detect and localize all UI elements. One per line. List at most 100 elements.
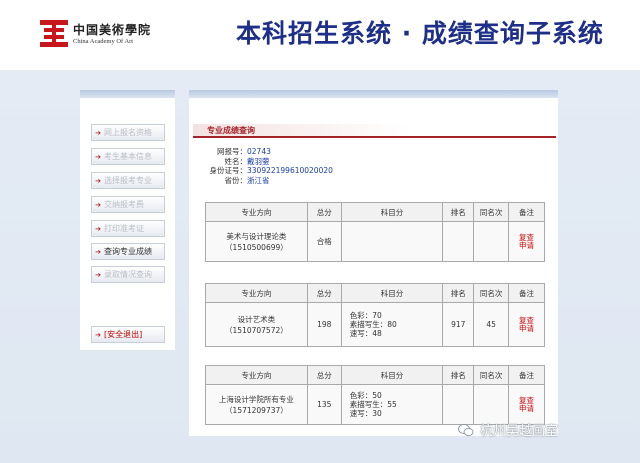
- subject-score: 色彩：70: [349, 311, 382, 320]
- major-code: （1510707572）: [225, 325, 288, 335]
- score-table: 专业方向 总分 科目分 排名 同名次 备注 设计艺术类 （1510707572） …: [205, 283, 545, 347]
- subject-scores-cell: 色彩：70 素描写生：80 速写：48: [340, 302, 444, 347]
- label-registration-number: 网报号：: [217, 147, 247, 156]
- sidebar-item-label: 选择报考专业: [104, 176, 152, 185]
- label-id-number: 身份证号：: [209, 166, 248, 175]
- section-title: 专业成绩查询: [207, 126, 255, 135]
- sidebar-item-label: 交纳报考费: [104, 200, 144, 209]
- sidebar: ➔ 网上报名资格 ➔ 考生基本信息 ➔ 选择报考专业 ➔ 交纳报考费 ➔ 打印准考证 ➔ 查…: [80, 90, 175, 350]
- candidate-info-labels: 网报号： 姓名： 身份证号： 省份：: [189, 147, 248, 185]
- header-same-rank: 同名次: [473, 365, 510, 385]
- arrow-right-icon: ➔: [95, 129, 101, 137]
- value-id-number: 330922199610020020: [247, 166, 333, 175]
- review-request-link[interactable]: 复查 申请: [508, 221, 545, 262]
- subject-scores-cell: 色彩：50 素描写生：55 速写：30: [340, 384, 444, 425]
- header-subject-scores: 科目分: [340, 283, 444, 303]
- header-note: 备注: [508, 202, 545, 222]
- arrow-right-icon: ➔: [95, 248, 101, 256]
- subject-scores-cell: [340, 221, 444, 262]
- total-cell: 135: [306, 384, 342, 425]
- review-request-link[interactable]: 复查 申请: [508, 302, 545, 347]
- school-logo: 中国美術學院 China Academy Of Art: [40, 18, 165, 52]
- sidebar-item-choose-major[interactable]: ➔ 选择报考专业: [91, 172, 165, 189]
- section-header: 专业成绩查询: [193, 124, 556, 138]
- sidebar-item-pay-fee[interactable]: ➔ 交纳报考费: [91, 196, 165, 213]
- review-link-line-2: 申请: [519, 240, 535, 250]
- arrow-right-icon: ➔: [95, 201, 101, 209]
- sidebar-item-label: 网上报名资格: [104, 128, 152, 137]
- logo-chinese-text: 中国美術學院: [73, 23, 152, 37]
- major-cell: 美术与设计理论类 （1510500699）: [205, 221, 308, 262]
- major-code: （1510500699）: [225, 242, 288, 252]
- main-panel: 专业成绩查询 网报号： 姓名： 身份证号： 省份： 02743 戴羽蓥 3309…: [189, 90, 558, 436]
- arrow-right-icon: ➔: [95, 153, 101, 161]
- value-registration-number: 02743: [247, 147, 271, 156]
- logo-english-text: China Academy Of Art: [73, 38, 134, 45]
- header-subject-scores: 科目分: [340, 202, 444, 222]
- table-header-row: 专业方向 总分 科目分 排名 同名次 备注: [205, 365, 545, 385]
- sidebar-item-query-scores[interactable]: ➔ 查询专业成绩: [91, 243, 165, 260]
- review-request-link[interactable]: 复查 申请: [508, 384, 545, 425]
- sidebar-item-label: 录取情况查询: [104, 270, 152, 279]
- wechat-icon: [458, 424, 474, 436]
- header-same-rank: 同名次: [473, 283, 510, 303]
- sidebar-item-basic-info[interactable]: ➔ 考生基本信息: [91, 148, 165, 165]
- subject-score: 速写：48: [349, 329, 382, 338]
- header-subject-scores: 科目分: [340, 365, 444, 385]
- watermark-text: 杭州吴越画室: [480, 424, 559, 439]
- label-name: 姓名：: [224, 156, 248, 166]
- table-row: 设计艺术类 （1510707572） 198 色彩：70 素描写生：80 速写：4…: [205, 302, 545, 347]
- rank-cell: [442, 384, 475, 425]
- main-top-bar: [189, 90, 558, 98]
- header-note: 备注: [508, 365, 545, 385]
- rank-cell: 917: [442, 302, 475, 347]
- subject-score: 素描写生：55: [349, 400, 397, 409]
- table-row: 美术与设计理论类 （1510500699） 合格 复查 申请: [205, 221, 545, 262]
- score-table: 专业方向 总分 科目分 排名 同名次 备注 美术与设计理论类 （151050069…: [205, 202, 545, 262]
- header-rank: 排名: [442, 202, 475, 222]
- score-table: 专业方向 总分 科目分 排名 同名次 备注 上海设计学院所有专业 （1571209…: [205, 365, 545, 425]
- total-cell: 合格: [306, 221, 342, 262]
- logout-button[interactable]: ➔ [安全退出]: [91, 326, 165, 343]
- header-total: 总分: [306, 365, 342, 385]
- header-note: 备注: [508, 283, 545, 303]
- value-province: 浙江省: [247, 175, 270, 185]
- table-header-row: 专业方向 总分 科目分 排名 同名次 备注: [205, 202, 545, 222]
- sidebar-top-bar: [80, 90, 175, 98]
- sidebar-item-label: 查询专业成绩: [104, 247, 152, 256]
- logout-label: [安全退出]: [104, 330, 143, 339]
- sidebar-item-registration[interactable]: ➔ 网上报名资格: [91, 124, 165, 141]
- arrow-right-icon: ➔: [95, 177, 101, 185]
- header-total: 总分: [306, 283, 342, 303]
- review-link-line-2: 申请: [519, 323, 535, 333]
- watermark: 杭州吴越画室: [458, 420, 558, 439]
- rank-cell: [442, 221, 475, 262]
- sidebar-item-admission-status[interactable]: ➔ 录取情况查询: [91, 266, 165, 283]
- same-rank-cell: 45: [473, 302, 510, 347]
- label-province: 省份：: [224, 175, 248, 185]
- major-name: 美术与设计理论类: [226, 231, 287, 241]
- table-row: 上海设计学院所有专业 （1571209737） 135 色彩：50 素描写生：55…: [205, 384, 545, 425]
- logo-mark-icon: [40, 20, 68, 48]
- header-rank: 排名: [442, 365, 475, 385]
- major-name: 设计艺术类: [237, 314, 276, 324]
- header-total: 总分: [306, 202, 342, 222]
- arrow-right-icon: ➔: [95, 271, 101, 279]
- arrow-right-icon: ➔: [95, 225, 101, 233]
- arrow-right-icon: ➔: [95, 331, 101, 339]
- sidebar-item-print-ticket[interactable]: ➔ 打印准考证: [91, 220, 165, 237]
- header-major: 专业方向: [205, 283, 308, 303]
- major-name: 上海设计学院所有专业: [218, 394, 294, 404]
- value-name: 戴羽蓥: [247, 156, 270, 166]
- same-rank-cell: [473, 384, 510, 425]
- subject-score: 素描写生：80: [349, 320, 397, 329]
- subject-score: 色彩：50: [349, 391, 382, 400]
- total-cell: 198: [306, 302, 342, 347]
- major-cell: 设计艺术类 （1510707572）: [205, 302, 308, 347]
- sidebar-item-label: 考生基本信息: [104, 152, 152, 161]
- header-same-rank: 同名次: [473, 202, 510, 222]
- subject-score: 速写：30: [349, 409, 382, 418]
- same-rank-cell: [473, 221, 510, 262]
- page-title: 本科招生系统 · 成绩查询子系统: [236, 19, 604, 48]
- table-header-row: 专业方向 总分 科目分 排名 同名次 备注: [205, 283, 545, 303]
